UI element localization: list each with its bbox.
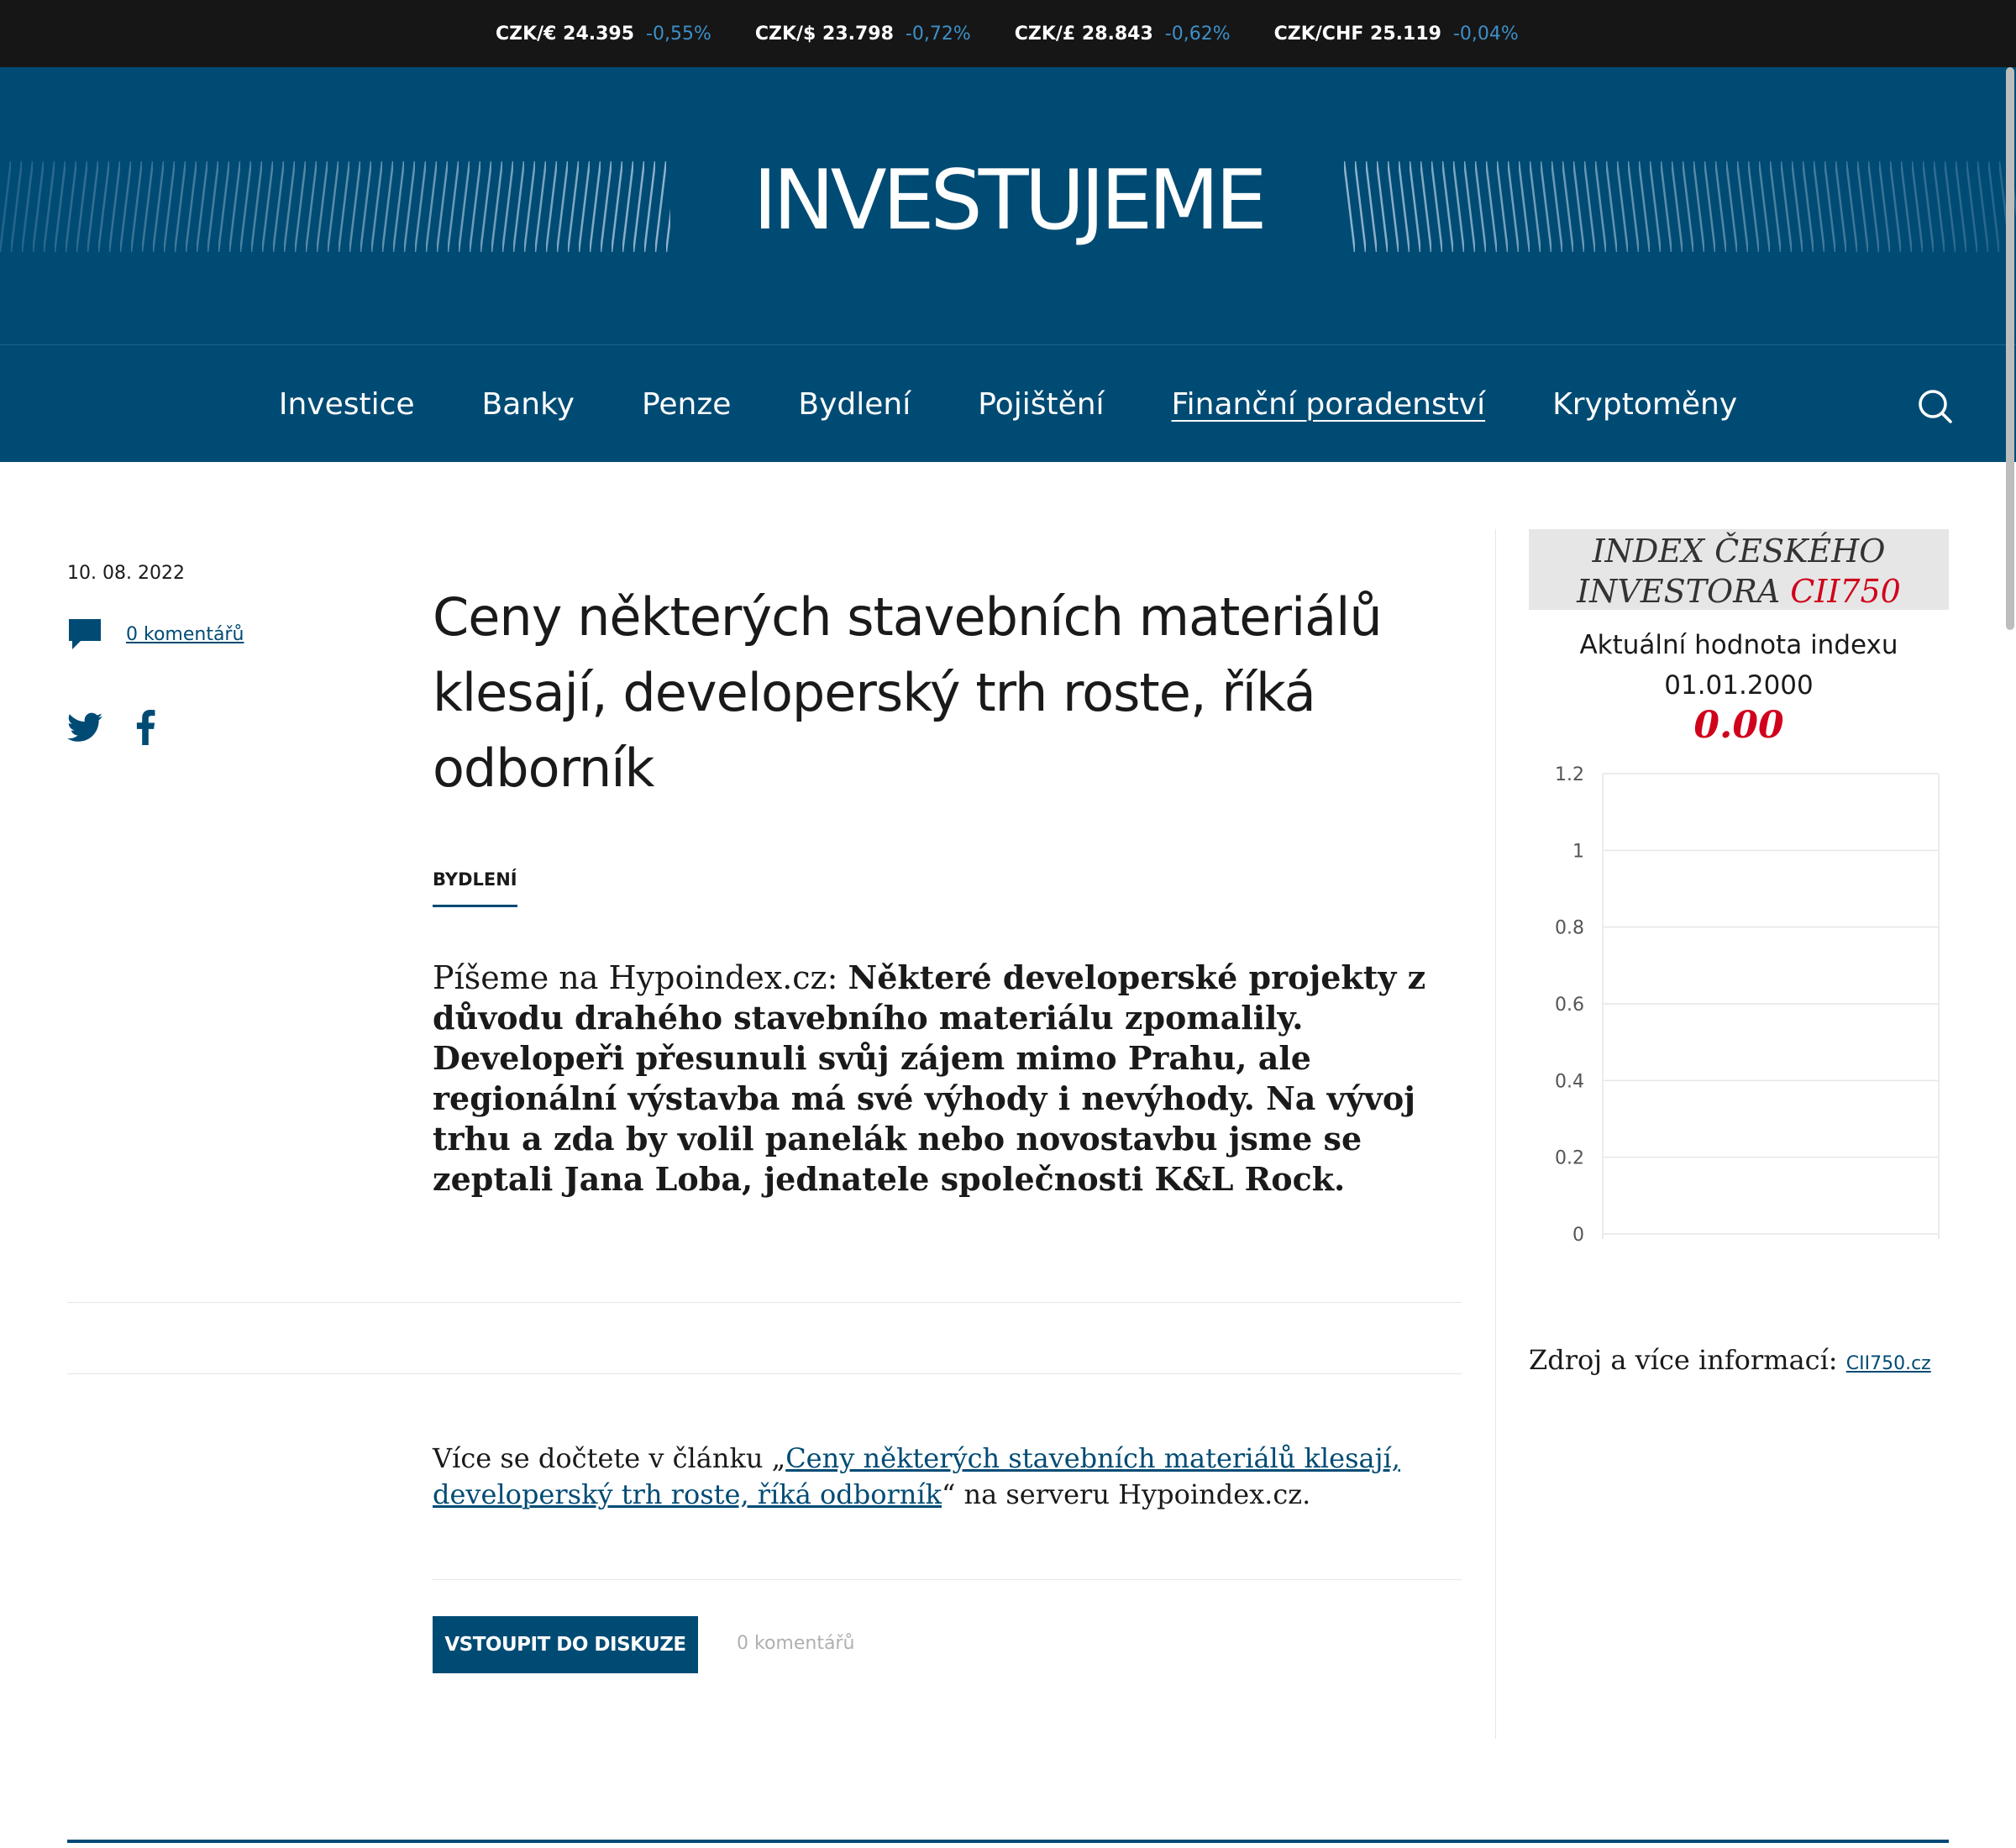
ticker-change: -0,62%	[1164, 23, 1231, 45]
index-widget: INDEX ČESKÉHO INVESTORA CII750 Aktuální …	[1529, 529, 1949, 747]
perex-lead: Píšeme na Hypoindex.cz:	[433, 959, 848, 996]
article-perex: Píšeme na Hypoindex.cz: Některé develope…	[433, 958, 1466, 1200]
widget-title-code: CII750	[1790, 573, 1901, 610]
widget-value: 0.00	[1693, 704, 1784, 747]
join-discussion-button[interactable]: VSTOUPIT DO DISKUZE	[433, 1616, 698, 1673]
widget-subtitle: Aktuální hodnota indexu	[1579, 630, 1898, 660]
comment-icon	[69, 619, 101, 649]
comments-link[interactable]: 0 komentářů	[126, 624, 244, 645]
article-category[interactable]: BYDLENÍ	[433, 869, 517, 907]
scrollbar-thumb[interactable]	[2006, 67, 2014, 630]
facebook-icon[interactable]	[134, 710, 156, 748]
chart-y-tick-label: 0.2	[1555, 1148, 1584, 1169]
chart-y-tick-label: 0.6	[1555, 995, 1584, 1016]
chart-y-tick-label: 1.2	[1555, 764, 1584, 785]
ticker-item-eur: CZK/€ 24.395 -0,55%	[496, 24, 711, 45]
ticker-label: CZK/$ 23.798	[754, 23, 894, 45]
currency-ticker: CZK/€ 24.395 -0,55% CZK/$ 23.798 -0,72% …	[0, 0, 2016, 67]
nav-item-kryptomeny[interactable]: Kryptoměny	[1552, 387, 1737, 422]
chart-y-tick-label: 0.8	[1555, 918, 1584, 939]
ticker-label: CZK/£ 28.843	[1014, 23, 1153, 45]
ticker-list: CZK/€ 24.395 -0,55% CZK/$ 23.798 -0,72% …	[496, 0, 1562, 67]
discussion-count: 0 komentářů	[737, 1633, 855, 1654]
widget-title-line2: INVESTORA CII750	[1529, 571, 1949, 612]
nav-item-pojisteni[interactable]: Pojištění	[978, 387, 1104, 422]
footer-rule	[67, 1840, 1949, 1843]
nav-item-financni-poradenstvi[interactable]: Finanční poradenství	[1172, 387, 1486, 422]
source-label: Zdroj a více informací:	[1529, 1344, 1846, 1376]
ticker-item-gbp: CZK/£ 28.843 -0,62%	[1015, 24, 1231, 45]
divider	[67, 1373, 1462, 1374]
comments-meta: 0 komentářů	[67, 617, 244, 651]
source-link[interactable]: CII750.cz	[1846, 1353, 1931, 1374]
ticker-change: -0,55%	[646, 23, 711, 45]
read-more-suffix: “ na serveru Hypoindex.cz.	[941, 1478, 1311, 1510]
ticker-label: CZK/CHF 25.119	[1273, 23, 1441, 45]
twitter-icon[interactable]	[67, 712, 102, 746]
widget-date: 01.01.2000	[1664, 670, 1814, 701]
masthead: INVESTUJEME	[0, 67, 2016, 344]
chart-y-tick-label: 1	[1572, 841, 1584, 862]
nav-list: Investice Banky Penze Bydlení Pojištění …	[0, 345, 2016, 463]
nav-item-banky[interactable]: Banky	[482, 387, 575, 422]
article-date: 10. 08. 2022	[67, 563, 185, 584]
ticker-item-chf: CZK/CHF 25.119 -0,04%	[1274, 24, 1519, 45]
read-more-paragraph: Více se dočtete v článku „Ceny některých…	[433, 1441, 1466, 1513]
ticker-change: -0,72%	[905, 23, 971, 45]
ticker-change: -0,04%	[1452, 23, 1519, 45]
widget-title: INDEX ČESKÉHO INVESTORA CII750	[1529, 529, 1949, 610]
chart-y-tick-label: 0.4	[1555, 1071, 1584, 1092]
nav-item-bydleni[interactable]: Bydlení	[798, 387, 911, 422]
ticker-item-usd: CZK/$ 23.798 -0,72%	[755, 24, 971, 45]
search-icon[interactable]	[1916, 387, 1953, 424]
widget-title-line1: INDEX ČESKÉHO	[1592, 533, 1886, 570]
nav-item-penze[interactable]: Penze	[642, 387, 731, 422]
widget-source: Zdroj a více informací: CII750.cz	[1529, 1344, 1931, 1376]
share-buttons	[67, 710, 188, 748]
read-more-prefix: Více se dočtete v článku „	[433, 1442, 786, 1474]
divider	[433, 1579, 1462, 1580]
index-chart: 1.2 1 0.8 0.6 0.4 0.2 0	[1555, 764, 1940, 1246]
site-logo[interactable]: INVESTUJEME	[0, 160, 2016, 242]
divider	[67, 1302, 1462, 1303]
widget-title-text: INVESTORA	[1577, 573, 1791, 610]
nav-item-investice[interactable]: Investice	[279, 387, 415, 422]
ticker-label: CZK/€ 24.395	[496, 23, 635, 45]
main-navigation: Investice Banky Penze Bydlení Pojištění …	[0, 344, 2016, 462]
sidebar-separator	[1495, 529, 1496, 1739]
article-headline: Ceny některých stavebních materiálů kles…	[433, 586, 1383, 799]
chart-y-tick-label: 0	[1572, 1225, 1584, 1246]
